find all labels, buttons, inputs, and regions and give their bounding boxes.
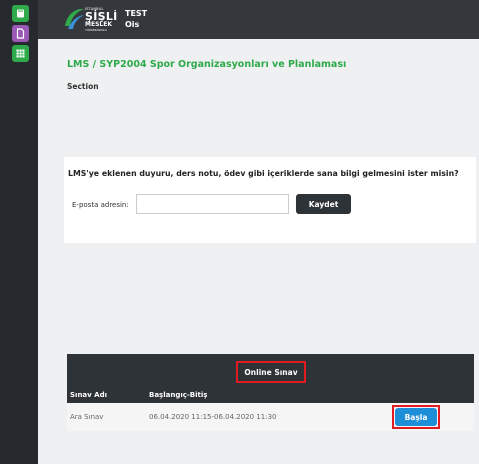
- logo-line4: YÜKSEKOKULU: [85, 28, 107, 32]
- document-icon: [16, 28, 25, 39]
- start-exam-button[interactable]: Başla: [395, 408, 437, 426]
- user-system: Ois: [125, 20, 140, 29]
- breadcrumb: LMS / SYP2004 Spor Organizasyonları ve P…: [67, 59, 347, 70]
- email-field[interactable]: [136, 194, 289, 214]
- start-button-highlight: Başla: [392, 405, 440, 429]
- save-button[interactable]: Kaydet: [296, 194, 351, 214]
- section-label: Section: [67, 82, 99, 91]
- email-label: E-posta adresin:: [72, 201, 129, 209]
- main-content: LMS / SYP2004 Spor Organizasyonları ve P…: [38, 39, 479, 464]
- sidebar-item-document[interactable]: [12, 25, 29, 42]
- exam-range-cell: 06.04.2020 11:15-06.04.2020 11:30: [149, 413, 277, 421]
- exam-title: Online Sınav: [236, 361, 306, 383]
- exam-header: Online Sınav: [67, 354, 474, 389]
- sidebar: [0, 0, 38, 464]
- sidebar-item-book[interactable]: [12, 5, 29, 22]
- notification-panel: LMS'ye eklenen duyuru, ders notu, ödev g…: [64, 157, 476, 243]
- sidebar-item-grid[interactable]: [12, 45, 29, 62]
- school-logo[interactable]: İSTANBUL ŞİŞLİ MESLEK YÜKSEKOKULU: [62, 2, 117, 36]
- table-header-row: Sınav Adı Başlangıç-Bitiş: [67, 389, 474, 403]
- top-header: İSTANBUL ŞİŞLİ MESLEK YÜKSEKOKULU TEST O…: [38, 0, 479, 39]
- notification-question: LMS'ye eklenen duyuru, ders notu, ödev g…: [68, 169, 459, 178]
- logo-text: İSTANBUL ŞİŞLİ MESLEK YÜKSEKOKULU: [85, 7, 118, 32]
- table-row: Ara Sınav 06.04.2020 11:15-06.04.2020 11…: [67, 403, 474, 431]
- user-name: TEST: [125, 9, 148, 18]
- user-info[interactable]: TEST Ois: [125, 8, 147, 30]
- book-icon: [17, 9, 24, 18]
- column-header-exam-name: Sınav Adı: [70, 391, 107, 399]
- column-header-start-end: Başlangıç-Bitiş: [149, 391, 208, 399]
- exam-name-cell: Ara Sınav: [70, 413, 104, 421]
- grid-icon: [16, 49, 25, 58]
- online-exam-table: Online Sınav Sınav Adı Başlangıç-Bitiş A…: [67, 354, 474, 431]
- logo-swoosh-icon: [65, 8, 84, 29]
